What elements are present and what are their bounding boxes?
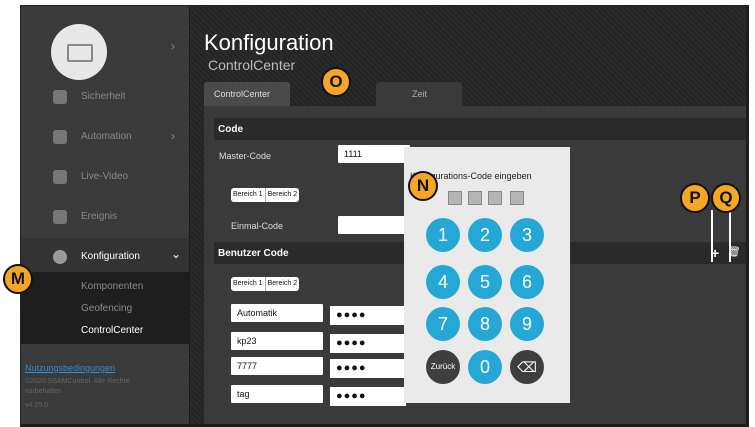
chevron-right-icon: › <box>171 129 175 143</box>
key-0[interactable]: 0 <box>468 350 502 384</box>
marker-p-pointer <box>711 210 713 262</box>
section-title: Benutzer Code <box>218 248 289 259</box>
key-3[interactable]: 3 <box>510 218 544 252</box>
marker-m: M <box>3 264 33 294</box>
shield-icon <box>53 90 67 104</box>
bereich-1-option[interactable]: Bereich 1 <box>231 277 266 291</box>
gear-icon <box>53 250 67 264</box>
marker-p: P <box>680 183 710 213</box>
sidebar-subitem-controlcenter[interactable]: ControlCenter <box>21 320 189 342</box>
marker-q: Q <box>711 183 741 213</box>
code-section-header: Code <box>214 118 746 140</box>
camera-icon <box>53 170 67 184</box>
sidebar-item-label: Sicherheit <box>81 91 126 102</box>
sidebar-item-automation[interactable]: Automation › <box>21 118 189 158</box>
marker-q-pointer <box>729 210 731 262</box>
sidebar-subitem-geofencing[interactable]: Geofencing <box>21 298 189 320</box>
user-code-field[interactable]: ●●●● <box>330 359 406 378</box>
sidebar-item-label: Ereignis <box>81 211 118 222</box>
pin-digit-box <box>510 191 524 205</box>
key-8[interactable]: 8 <box>468 307 502 341</box>
key-2[interactable]: 2 <box>468 218 502 252</box>
sidebar-subitem-komponenten[interactable]: Komponenten <box>21 276 189 298</box>
einmal-code-label: Einmal-Code <box>231 221 284 231</box>
bereich-2-option[interactable]: Bereich 2 <box>266 188 300 202</box>
back-button[interactable]: Zurück <box>426 350 460 384</box>
marker-o: O <box>321 67 351 97</box>
einmal-code-input[interactable] <box>338 216 410 234</box>
chevron-down-icon: ⌄ <box>171 247 182 261</box>
sliders-icon <box>53 130 67 144</box>
master-code-label: Master-Code <box>219 151 272 161</box>
subitem-label: Geofencing <box>81 303 133 314</box>
page-title: Konfiguration <box>204 30 334 55</box>
key-5[interactable]: 5 <box>468 265 502 299</box>
page-subtitle: ControlCenter <box>208 57 296 73</box>
user-name-field[interactable]: 7777 <box>231 357 323 375</box>
section-title: Code <box>218 124 243 135</box>
terms-link[interactable]: Nutzungsbedingungen <box>25 363 115 373</box>
bereich-1-option[interactable]: Bereich 1 <box>231 188 266 202</box>
list-icon <box>53 210 67 224</box>
copyright-text: ©2020 SSAMControl. Alle Rechte vorbehalt… <box>25 378 130 395</box>
user-name-field[interactable]: Automatik <box>231 304 323 322</box>
device-avatar[interactable] <box>51 24 107 80</box>
key-6[interactable]: 6 <box>510 265 544 299</box>
pin-digit-box <box>488 191 502 205</box>
sidebar-item-label: Live-Video <box>81 171 129 182</box>
backspace-icon[interactable]: ⌫ <box>510 350 544 384</box>
sidebar-item-live-video[interactable]: Live-Video <box>21 158 189 198</box>
sidebar: › Sicherheit Automation › Live-Video Ere… <box>21 6 189 424</box>
key-9[interactable]: 9 <box>510 307 544 341</box>
subitem-label: ControlCenter <box>81 325 144 336</box>
user-code-field[interactable]: ●●●● <box>330 334 406 353</box>
pin-digit-box <box>448 191 462 205</box>
sidebar-item-ereignis[interactable]: Ereignis <box>21 198 189 238</box>
benutzer-area-toggle: Bereich 1 Bereich 2 <box>231 277 300 291</box>
monitor-icon <box>67 44 93 62</box>
pin-digit-box <box>468 191 482 205</box>
key-7[interactable]: 7 <box>426 307 460 341</box>
version-text: v4.25.0 <box>25 402 48 409</box>
user-code-field[interactable]: ●●●● <box>330 306 406 325</box>
sidebar-item-label: Konfiguration <box>81 251 140 262</box>
marker-n: N <box>408 171 438 201</box>
tab-zeit[interactable]: Zeit <box>376 82 462 106</box>
user-name-field[interactable]: kp23 <box>231 332 323 350</box>
subitem-label: Komponenten <box>81 281 144 292</box>
sidebar-item-sicherheit[interactable]: Sicherheit <box>21 78 189 118</box>
code-area-toggle: Bereich 1 Bereich 2 <box>231 188 300 202</box>
key-1[interactable]: 1 <box>426 218 460 252</box>
key-4[interactable]: 4 <box>426 265 460 299</box>
bereich-2-option[interactable]: Bereich 2 <box>266 277 300 291</box>
user-name-field[interactable]: tag <box>231 385 323 403</box>
device-chevron-icon[interactable]: › <box>171 39 175 53</box>
tab-controlcenter[interactable]: ControlCenter <box>204 82 290 106</box>
sidebar-item-label: Automation <box>81 131 132 142</box>
user-code-field[interactable]: ●●●● <box>330 387 406 406</box>
master-code-input[interactable]: 1111 <box>338 145 410 163</box>
